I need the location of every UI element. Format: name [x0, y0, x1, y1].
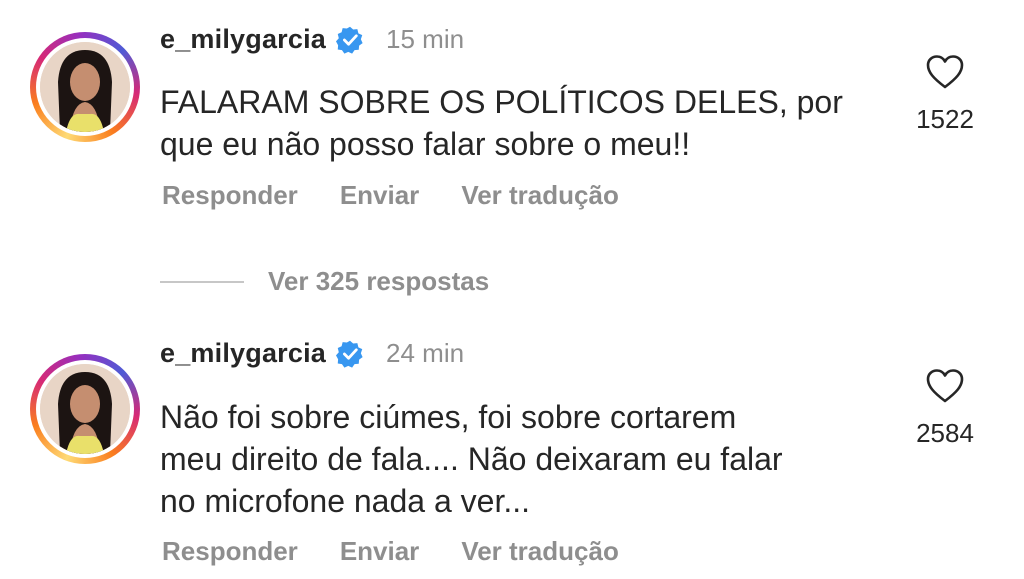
verified-badge-icon	[336, 26, 363, 54]
send-button[interactable]: Enviar	[340, 180, 420, 211]
heart-icon[interactable]	[925, 368, 965, 404]
comment-text-line: meu direito de fala.... Não deixaram eu …	[160, 441, 783, 477]
translate-button[interactable]: Ver tradução	[461, 180, 619, 211]
reply-button[interactable]: Responder	[162, 180, 298, 211]
comment: e_milygarcia 24 min Não foi sobre ciúmes…	[0, 330, 1024, 579]
comment-text-line: no microfone nada a ver...	[160, 483, 530, 519]
comment-text-line: que eu não posso falar sobre o meu!!	[160, 126, 691, 162]
reply-button[interactable]: Responder	[162, 536, 298, 567]
send-button[interactable]: Enviar	[340, 536, 420, 567]
comment-text: FALARAM SOBRE OS POLÍTICOS DELES, por qu…	[160, 81, 880, 165]
avatar[interactable]	[30, 32, 140, 142]
like-count: 2584	[916, 418, 974, 448]
username[interactable]: e_milygarcia	[160, 338, 326, 369]
comment-text-line: Não foi sobre ciúmes, foi sobre cortarem	[160, 399, 737, 435]
avatar[interactable]	[30, 354, 140, 464]
view-replies-label: Ver 325 respostas	[268, 266, 490, 296]
comment-time: 15 min	[386, 24, 465, 54]
comment-text-line: FALARAM SOBRE OS POLÍTICOS DELES, por	[160, 84, 843, 120]
comment-time: 24 min	[386, 338, 465, 368]
translate-button[interactable]: Ver tradução	[461, 536, 619, 567]
username[interactable]: e_milygarcia	[160, 24, 326, 55]
heart-icon[interactable]	[925, 54, 965, 90]
comment: e_milygarcia 15 min FALARAM SOBRE OS POL…	[0, 0, 1024, 240]
divider	[160, 280, 244, 283]
like-count: 1522	[916, 104, 974, 134]
verified-badge-icon	[336, 340, 363, 368]
view-replies-button[interactable]: Ver 325 respostas	[160, 266, 489, 297]
comment-text: Não foi sobre ciúmes, foi sobre cortarem…	[160, 396, 880, 522]
